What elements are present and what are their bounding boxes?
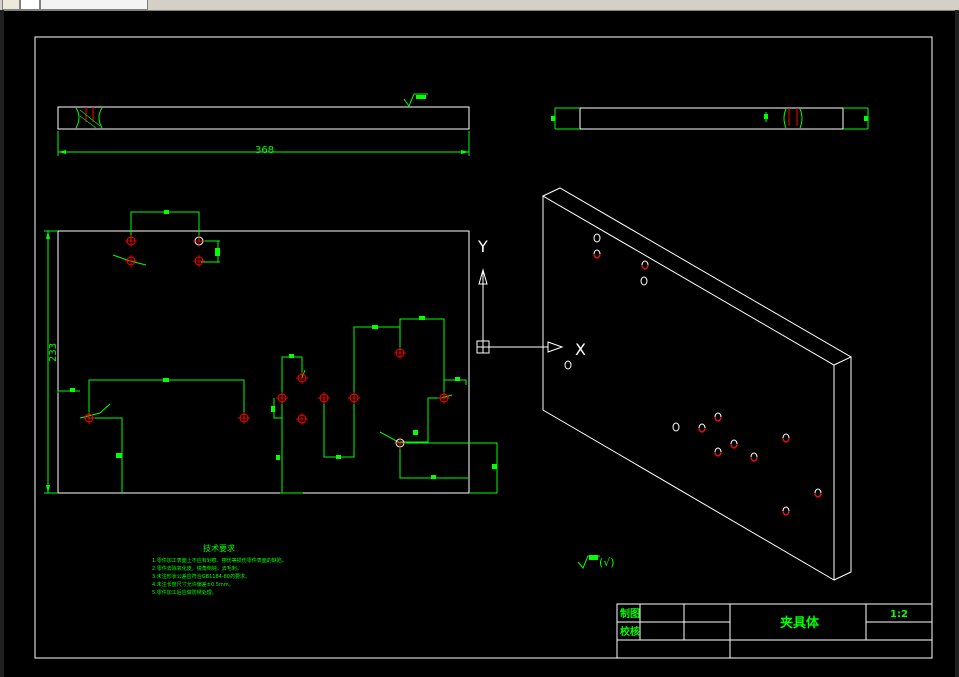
tech-requirement-line: 5.零件加工后应做防锈处理。 (152, 589, 217, 596)
tech-requirement-line: 1.零件加工表面上不应有划痕、擦伤等损伤零件表面的缺陷。 (152, 557, 287, 564)
title-block-checked-by: 校核 (620, 625, 640, 638)
surface-finish-note: (√) (599, 556, 615, 569)
axis-x-label: X (575, 340, 586, 359)
tech-requirement-line: 2.零件去除氧化皮，锐角倒钝，去毛刺。 (152, 565, 242, 572)
plan-view (44, 210, 498, 494)
tech-requirement-line: 3.未注形状公差应符合GB1184-80的要求。 (152, 573, 250, 580)
tech-requirements-title: 技术要求 (203, 543, 235, 553)
surface-finish-symbol (577, 555, 600, 569)
title-block (616, 603, 933, 659)
side-elevation-view (551, 107, 869, 130)
tech-requirement-line: 4.未注长度尺寸允许偏差±0.5mm。 (152, 581, 234, 588)
ucs-axis-icon (476, 268, 564, 354)
title-block-part-name: 夹具体 (780, 615, 820, 631)
cad-drawing-canvas[interactable]: 368 233 Y X (√) 技术要求 1.零件加工表面上不应有划痕、擦伤等损… (0, 0, 959, 677)
dimension-height: 233 (48, 343, 59, 362)
isometric-view (541, 187, 853, 581)
title-block-drawn-by: 制图 (620, 607, 640, 620)
dimension-width: 368 (255, 145, 274, 156)
title-block-scale: 1:2 (890, 609, 908, 620)
axis-y-label: Y (477, 237, 488, 256)
